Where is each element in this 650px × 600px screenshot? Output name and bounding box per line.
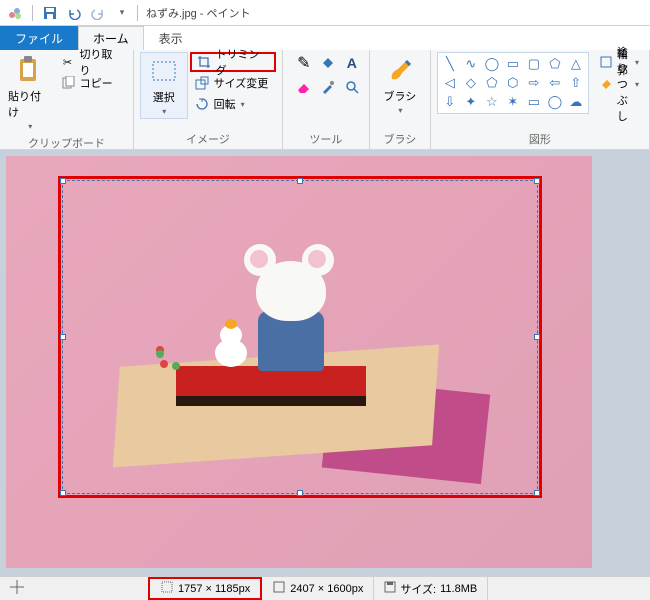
- shape-callout-rect-icon[interactable]: ▭: [524, 93, 544, 111]
- paste-button[interactable]: 貼り付け▾: [6, 52, 54, 133]
- select-button[interactable]: 選択▾: [140, 52, 188, 119]
- shape-rect-icon[interactable]: ▭: [503, 55, 523, 73]
- selection-handle[interactable]: [297, 178, 303, 184]
- selection-handle[interactable]: [534, 334, 540, 340]
- shape-star5-icon[interactable]: ☆: [482, 93, 502, 111]
- status-canvas-size: 2407 × 1600px: [262, 577, 374, 600]
- bucket-icon[interactable]: [317, 52, 339, 74]
- shape-triangle-icon[interactable]: △: [566, 55, 586, 73]
- ribbon: 貼り付け▾ ✂切り取り コピー クリップボード 選択▾ トリミング サイズ変更 …: [0, 50, 650, 150]
- trim-icon: [196, 54, 212, 70]
- tab-file[interactable]: ファイル: [0, 26, 78, 50]
- shape-rtriangle-icon[interactable]: ◁: [440, 74, 460, 92]
- group-image: 選択▾ トリミング サイズ変更 回転▾ イメージ: [134, 50, 283, 149]
- group-clipboard: 貼り付け▾ ✂切り取り コピー クリップボード: [0, 50, 134, 149]
- selection-handle[interactable]: [297, 490, 303, 496]
- selection-size-icon: [160, 580, 174, 597]
- disk-icon: [384, 581, 396, 596]
- selection-handle[interactable]: [60, 178, 66, 184]
- canvas-area[interactable]: [0, 150, 650, 576]
- copy-icon: [60, 75, 76, 91]
- group-tools: ✎ A ツール: [283, 50, 370, 149]
- status-bar: 1757 × 1185px 2407 × 1600px サイズ: 11.8MB: [0, 576, 650, 600]
- picker-icon[interactable]: [317, 76, 339, 98]
- resize-icon: [194, 75, 210, 91]
- brush-label: ブラシ: [383, 88, 416, 104]
- shape-roundrect-icon[interactable]: ▢: [524, 55, 544, 73]
- magnifier-icon[interactable]: [341, 76, 363, 98]
- shape-polygon-icon[interactable]: ⬠: [545, 55, 565, 73]
- group-brush: ブラシ▾ ブラシ: [370, 50, 431, 149]
- status-filesize: サイズ: 11.8MB: [374, 577, 488, 600]
- app-icon: [4, 2, 26, 24]
- cut-icon: ✂: [60, 54, 76, 70]
- undo-icon[interactable]: [63, 2, 85, 24]
- status-coords: [0, 577, 150, 600]
- title-bar: ▾ ねずみ.jpg - ペイント: [0, 0, 650, 26]
- pencil-icon[interactable]: ✎: [293, 52, 315, 74]
- copy-button[interactable]: コピー: [56, 73, 127, 93]
- status-selection-size: 1757 × 1185px: [148, 577, 262, 600]
- text-icon[interactable]: A: [341, 52, 363, 74]
- shapes-gallery[interactable]: ╲ ∿ ◯ ▭ ▢ ⬠ △ ◁ ◇ ⬠ ⬡ ⇨ ⇦ ⇧ ⇩ ✦ ☆ ✶ ▭ ◯: [437, 52, 589, 114]
- selection-marquee[interactable]: [62, 180, 538, 494]
- canvas[interactable]: [6, 156, 592, 568]
- shape-oval-icon[interactable]: ◯: [482, 55, 502, 73]
- shape-star4-icon[interactable]: ✦: [461, 93, 481, 111]
- paste-icon: [14, 54, 46, 86]
- shape-callout-cloud-icon[interactable]: ☁: [566, 93, 586, 111]
- trim-button[interactable]: トリミング: [190, 52, 276, 72]
- brush-icon: [384, 54, 416, 86]
- shape-line-icon[interactable]: ╲: [440, 55, 460, 73]
- shape-diamond-icon[interactable]: ◇: [461, 74, 481, 92]
- crosshair-icon: [10, 580, 24, 597]
- paste-label: 貼り付け: [8, 88, 52, 120]
- shape-larrow-icon[interactable]: ⇦: [545, 74, 565, 92]
- shape-hexagon-icon[interactable]: ⬡: [503, 74, 523, 92]
- redo-icon[interactable]: [87, 2, 109, 24]
- outline-icon: [599, 54, 613, 70]
- shape-rarrow-icon[interactable]: ⇨: [524, 74, 544, 92]
- shape-curve-icon[interactable]: ∿: [461, 55, 481, 73]
- qat-dropdown-icon[interactable]: ▾: [111, 2, 133, 24]
- eraser-icon[interactable]: [293, 76, 315, 98]
- shape-darrow-icon[interactable]: ⇩: [440, 93, 460, 111]
- select-icon: [148, 55, 180, 87]
- selection-handle[interactable]: [60, 490, 66, 496]
- brush-button[interactable]: ブラシ▾: [376, 52, 424, 117]
- group-tools-label: ツール: [289, 129, 363, 149]
- selection-handle[interactable]: [534, 490, 540, 496]
- shape-star6-icon[interactable]: ✶: [503, 93, 523, 111]
- selection-handle[interactable]: [534, 178, 540, 184]
- rotate-button[interactable]: 回転▾: [190, 94, 276, 114]
- save-icon[interactable]: [39, 2, 61, 24]
- cut-button[interactable]: ✂切り取り: [56, 52, 127, 72]
- window-title: ねずみ.jpg - ペイント: [146, 5, 251, 21]
- group-shapes: ╲ ∿ ◯ ▭ ▢ ⬠ △ ◁ ◇ ⬠ ⬡ ⇨ ⇦ ⇧ ⇩ ✦ ☆ ✶ ▭ ◯: [431, 50, 650, 149]
- select-label: 選択: [153, 89, 175, 105]
- shape-uarrow-icon[interactable]: ⇧: [566, 74, 586, 92]
- shape-callout-oval-icon[interactable]: ◯: [545, 93, 565, 111]
- fill-button[interactable]: 塗りつぶし▾: [595, 74, 643, 94]
- resize-button[interactable]: サイズ変更: [190, 73, 276, 93]
- canvas-size-icon: [272, 580, 286, 597]
- fill-icon: [599, 76, 613, 92]
- selection-handle[interactable]: [60, 334, 66, 340]
- shape-pentagon-icon[interactable]: ⬠: [482, 74, 502, 92]
- rotate-icon: [194, 96, 210, 112]
- tab-view[interactable]: 表示: [144, 26, 198, 50]
- group-image-label: イメージ: [140, 129, 276, 149]
- group-shapes-label: 図形: [437, 129, 643, 149]
- group-brush-label: ブラシ: [376, 129, 424, 149]
